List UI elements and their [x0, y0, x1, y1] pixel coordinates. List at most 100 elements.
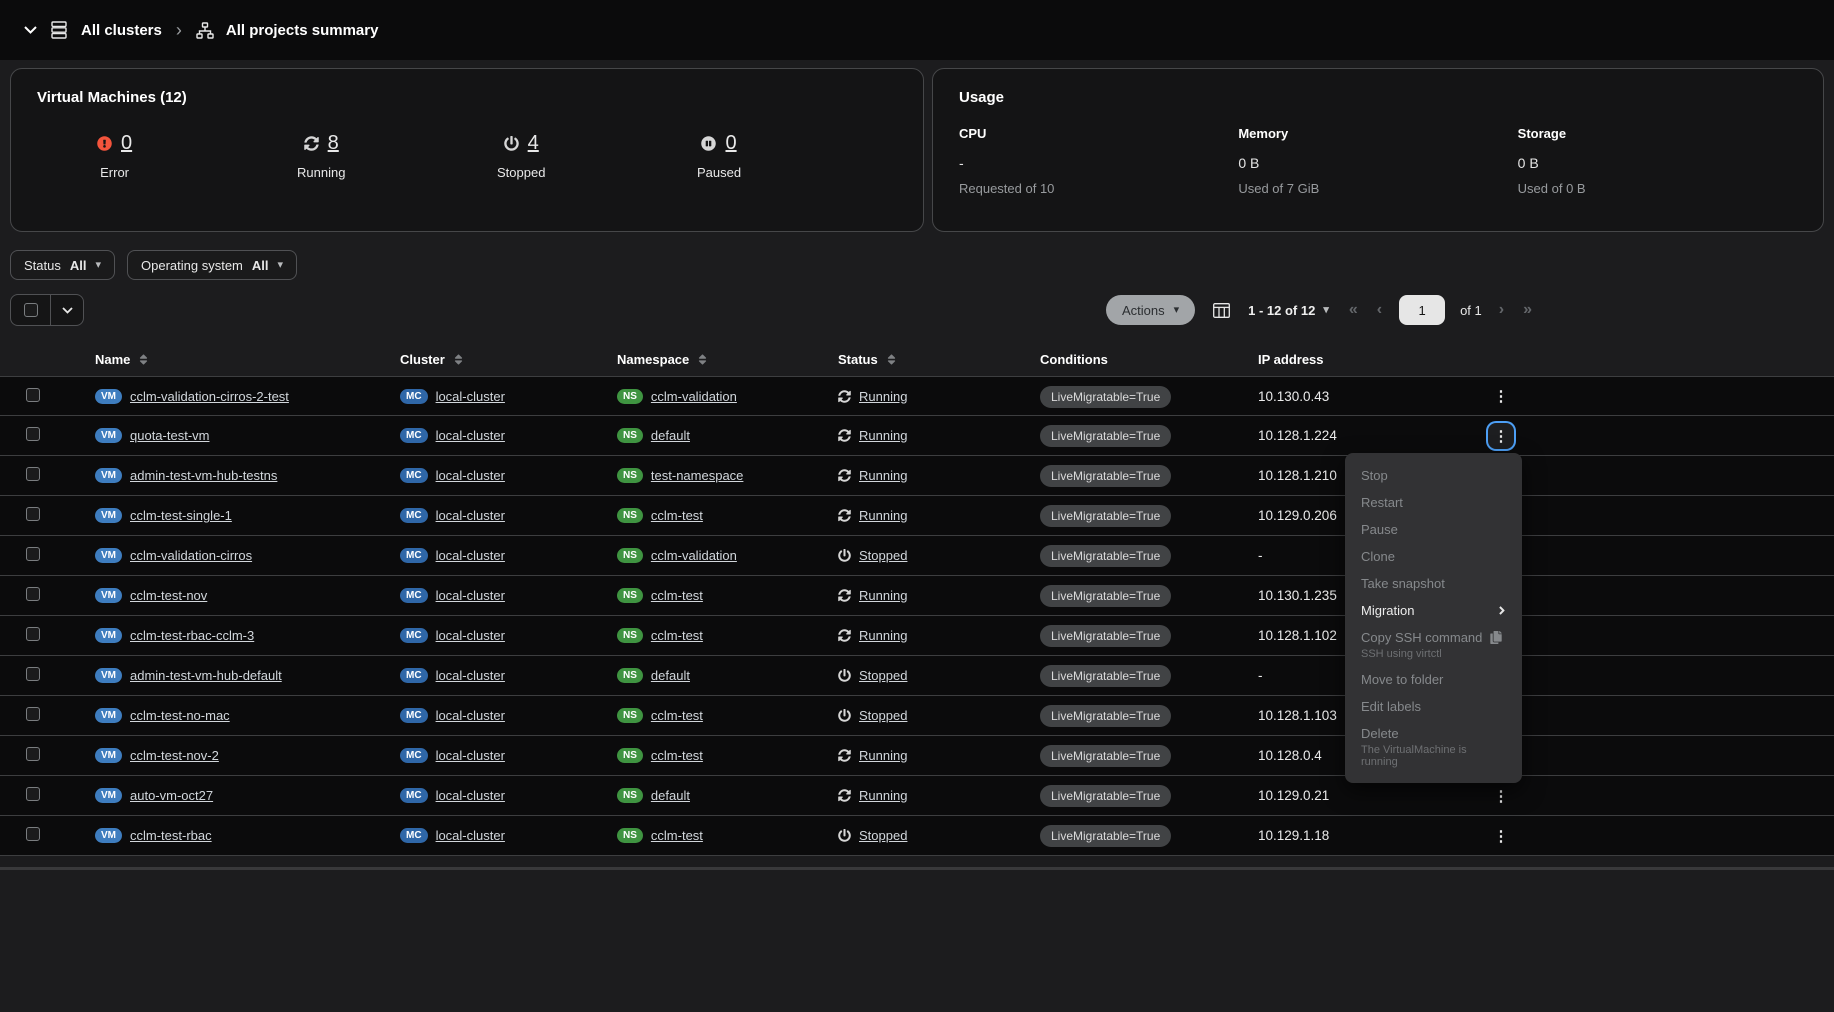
row-actions-kebab-button[interactable]: ⋮ — [1488, 783, 1514, 809]
namespace-link[interactable]: cclm-test — [651, 588, 703, 603]
row-checkbox[interactable] — [26, 667, 40, 681]
vm-count-link[interactable]: 4 — [528, 132, 539, 155]
row-checkbox[interactable] — [26, 467, 40, 481]
menu-item-delete[interactable]: Delete The VirtualMachine is running — [1345, 720, 1522, 774]
vm-name-link[interactable]: admin-test-vm-hub-default — [130, 668, 282, 683]
vm-status-link[interactable]: Stopped — [859, 828, 907, 843]
vm-name-link[interactable]: cclm-test-nov — [130, 588, 207, 603]
cluster-link[interactable]: local-cluster — [436, 748, 505, 763]
cluster-link[interactable]: local-cluster — [436, 548, 505, 563]
cluster-link[interactable]: local-cluster — [436, 708, 505, 723]
actions-dropdown-button[interactable]: Actions ▾ — [1106, 295, 1195, 325]
namespace-link[interactable]: default — [651, 668, 690, 683]
next-page-button[interactable]: › — [1497, 301, 1506, 319]
cluster-link[interactable]: local-cluster — [436, 428, 505, 443]
vm-name-link[interactable]: auto-vm-oct27 — [130, 788, 213, 803]
menu-item-copy-ssh-command[interactable]: Copy SSH command SSH using virtctl — [1345, 624, 1522, 666]
column-header-namespace[interactable]: Namespace — [617, 352, 838, 367]
cluster-link[interactable]: local-cluster — [436, 508, 505, 523]
vm-status-link[interactable]: Stopped — [859, 708, 907, 723]
namespace-link[interactable]: cclm-test — [651, 628, 703, 643]
cluster-link[interactable]: local-cluster — [436, 468, 505, 483]
row-checkbox[interactable] — [26, 427, 40, 441]
first-page-button[interactable]: « — [1347, 301, 1360, 319]
vm-name-link[interactable]: cclm-test-no-mac — [130, 708, 230, 723]
bulk-select-checkbox[interactable] — [11, 295, 51, 325]
row-checkbox[interactable] — [26, 547, 40, 561]
breadcrumb-all-projects-summary[interactable]: All projects summary — [226, 22, 379, 39]
cluster-link[interactable]: local-cluster — [436, 828, 505, 843]
row-actions-kebab-button[interactable]: ⋮ — [1488, 383, 1514, 409]
vm-status-link[interactable]: Running — [859, 588, 907, 603]
cluster-link[interactable]: local-cluster — [436, 588, 505, 603]
namespace-link[interactable]: cclm-validation — [651, 548, 737, 563]
row-checkbox[interactable] — [26, 388, 40, 402]
chevron-down-icon[interactable] — [24, 26, 37, 34]
stopped-status-icon — [838, 549, 851, 562]
vm-name-link[interactable]: admin-test-vm-hub-testns — [130, 468, 277, 483]
vm-count-link[interactable]: 0 — [725, 132, 736, 155]
menu-item-move-to-folder[interactable]: Move to folder — [1345, 666, 1522, 693]
previous-page-button[interactable]: ‹ — [1375, 301, 1384, 319]
vm-status-link[interactable]: Running — [859, 628, 907, 643]
vm-status-link[interactable]: Running — [859, 389, 907, 404]
menu-item-migration[interactable]: Migration — [1345, 597, 1522, 624]
breadcrumb-all-clusters[interactable]: All clusters — [81, 22, 162, 39]
namespace-link[interactable]: cclm-validation — [651, 389, 737, 404]
cluster-link[interactable]: local-cluster — [436, 788, 505, 803]
os-filter-dropdown[interactable]: Operating system All ▾ — [127, 250, 297, 280]
row-checkbox[interactable] — [26, 787, 40, 801]
vm-status-link[interactable]: Stopped — [859, 668, 907, 683]
namespace-link[interactable]: test-namespace — [651, 468, 744, 483]
menu-item-pause[interactable]: Pause — [1345, 516, 1522, 543]
row-actions-kebab-button[interactable]: ⋮ — [1488, 423, 1514, 449]
vm-status-link[interactable]: Stopped — [859, 548, 907, 563]
column-header-cluster[interactable]: Cluster — [400, 352, 617, 367]
row-checkbox[interactable] — [26, 507, 40, 521]
row-actions-kebab-button[interactable]: ⋮ — [1488, 823, 1514, 849]
vm-name-link[interactable]: cclm-test-single-1 — [130, 508, 232, 523]
namespace-link[interactable]: default — [651, 788, 690, 803]
menu-item-edit-labels[interactable]: Edit labels — [1345, 693, 1522, 720]
page-number-input[interactable] — [1399, 295, 1445, 325]
vm-count-link[interactable]: 0 — [121, 132, 132, 155]
namespace-link[interactable]: cclm-test — [651, 748, 703, 763]
last-page-button[interactable]: » — [1521, 301, 1534, 319]
vm-status-link[interactable]: Running — [859, 468, 907, 483]
pagination-range-dropdown[interactable]: 1 - 12 of 12 ▾ — [1248, 303, 1329, 318]
status-filter-dropdown[interactable]: Status All ▾ — [10, 250, 115, 280]
namespace-link[interactable]: cclm-test — [651, 708, 703, 723]
cluster-link[interactable]: local-cluster — [436, 628, 505, 643]
row-checkbox[interactable] — [26, 827, 40, 841]
namespace-link[interactable]: default — [651, 428, 690, 443]
column-header-name[interactable]: Name — [95, 352, 400, 367]
manage-columns-button[interactable] — [1213, 303, 1230, 318]
vm-name-link[interactable]: cclm-validation-cirros-2-test — [130, 389, 289, 404]
column-header-status[interactable]: Status — [838, 352, 1040, 367]
row-checkbox[interactable] — [26, 627, 40, 641]
namespace-link[interactable]: cclm-test — [651, 508, 703, 523]
cluster-link[interactable]: local-cluster — [436, 668, 505, 683]
vm-count-link[interactable]: 8 — [328, 132, 339, 155]
menu-item-restart[interactable]: Restart — [1345, 489, 1522, 516]
vm-status-link[interactable]: Running — [859, 508, 907, 523]
vm-name-link[interactable]: cclm-test-nov-2 — [130, 748, 219, 763]
bulk-select-caret[interactable] — [51, 295, 83, 325]
menu-item-clone[interactable]: Clone — [1345, 543, 1522, 570]
menu-item-stop[interactable]: Stop — [1345, 462, 1522, 489]
vm-status-link[interactable]: Running — [859, 428, 907, 443]
row-checkbox[interactable] — [26, 587, 40, 601]
vm-name-link[interactable]: quota-test-vm — [130, 428, 209, 443]
horizontal-scrollbar[interactable] — [0, 867, 1834, 870]
vm-status-link[interactable]: Running — [859, 748, 907, 763]
checkbox[interactable] — [24, 303, 38, 317]
vm-name-link[interactable]: cclm-validation-cirros — [130, 548, 252, 563]
vm-name-link[interactable]: cclm-test-rbac-cclm-3 — [130, 628, 254, 643]
row-checkbox[interactable] — [26, 707, 40, 721]
vm-name-link[interactable]: cclm-test-rbac — [130, 828, 212, 843]
menu-item-take-snapshot[interactable]: Take snapshot — [1345, 570, 1522, 597]
namespace-link[interactable]: cclm-test — [651, 828, 703, 843]
cluster-link[interactable]: local-cluster — [436, 389, 505, 404]
row-checkbox[interactable] — [26, 747, 40, 761]
vm-status-link[interactable]: Running — [859, 788, 907, 803]
